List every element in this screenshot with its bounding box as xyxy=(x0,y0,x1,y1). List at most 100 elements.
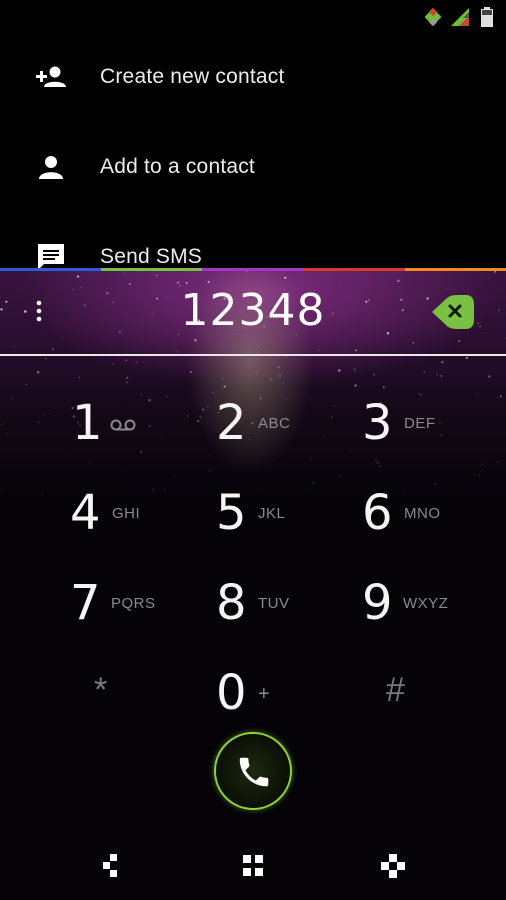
key-letters: JKL xyxy=(258,505,286,522)
dialpad: 12348 1 2 ABC 3 DEF 4 GHI 5 JKL 6 MNO 7 … xyxy=(0,271,506,900)
key-0[interactable]: 0 + xyxy=(216,655,346,735)
menu-item-create-contact[interactable]: Create new contact xyxy=(0,32,506,122)
star xyxy=(11,397,13,400)
key-letters: MNO xyxy=(404,505,441,522)
star xyxy=(212,391,214,394)
key-digit: 4 xyxy=(70,485,101,541)
status-bar xyxy=(0,0,506,34)
star xyxy=(143,362,145,363)
star xyxy=(488,375,491,378)
key-hash[interactable]: # xyxy=(386,655,506,735)
key-9[interactable]: 9 WXYZ xyxy=(362,565,492,645)
key-digit: 7 xyxy=(70,575,101,631)
key-letters: + xyxy=(258,683,271,705)
key-letters: TUV xyxy=(258,595,290,612)
star xyxy=(423,371,426,373)
key-digit: # xyxy=(386,671,405,709)
star xyxy=(44,357,47,360)
star xyxy=(269,378,273,381)
star xyxy=(37,421,40,424)
star xyxy=(0,424,3,426)
star xyxy=(338,369,341,372)
star xyxy=(208,469,211,472)
key-5[interactable]: 5 JKL xyxy=(216,475,346,555)
star xyxy=(278,374,282,378)
person-icon xyxy=(39,156,63,179)
person-add-icon xyxy=(36,66,66,87)
star xyxy=(0,488,2,491)
star xyxy=(373,374,375,376)
star xyxy=(255,372,257,374)
notification-diamond-icon xyxy=(424,7,442,27)
star xyxy=(190,371,192,373)
star xyxy=(42,413,45,416)
star xyxy=(497,460,500,463)
key-digit: 9 xyxy=(362,575,393,631)
star xyxy=(208,455,209,457)
star xyxy=(2,495,4,497)
menu-item-add-to-contact[interactable]: Add to a contact xyxy=(0,122,506,212)
star xyxy=(40,493,44,496)
menu-label: Send SMS xyxy=(100,245,202,268)
star xyxy=(207,405,209,408)
menu-label: Add to a contact xyxy=(100,155,255,178)
key-4[interactable]: 4 GHI xyxy=(70,475,200,555)
star xyxy=(222,378,224,380)
star xyxy=(497,495,499,497)
star xyxy=(499,395,502,398)
star xyxy=(277,372,279,374)
key-star[interactable]: * xyxy=(94,655,224,735)
key-digit: 1 xyxy=(72,395,103,451)
key-letters: DEF xyxy=(404,415,436,432)
star xyxy=(277,366,280,369)
key-8[interactable]: 8 TUV xyxy=(216,565,346,645)
star xyxy=(6,432,8,434)
key-digit: 6 xyxy=(362,485,393,541)
star xyxy=(112,363,114,365)
key-1[interactable]: 1 xyxy=(72,385,202,465)
key-letters: PQRS xyxy=(111,595,156,612)
call-button[interactable] xyxy=(214,732,292,810)
star xyxy=(465,356,468,359)
recents-icon[interactable] xyxy=(380,853,406,879)
key-6[interactable]: 6 MNO xyxy=(362,475,492,555)
star xyxy=(353,368,356,371)
star xyxy=(49,413,51,414)
digits-row: 12348 xyxy=(0,271,506,356)
star xyxy=(202,408,205,411)
key-letters: GHI xyxy=(112,505,141,522)
battery-icon xyxy=(481,7,493,27)
signal-icon xyxy=(451,8,469,26)
star xyxy=(441,361,444,364)
star xyxy=(78,376,81,379)
star xyxy=(126,376,129,379)
key-3[interactable]: 3 DEF xyxy=(362,385,492,465)
star xyxy=(125,359,127,361)
key-digit: * xyxy=(94,671,108,709)
star xyxy=(379,465,381,468)
key-2[interactable]: 2 ABC xyxy=(216,385,346,465)
menu-label: Create new contact xyxy=(100,65,285,88)
voicemail-icon xyxy=(110,419,136,431)
divider xyxy=(0,354,506,356)
star xyxy=(440,374,443,377)
back-icon[interactable] xyxy=(101,853,127,879)
key-digit: 3 xyxy=(362,395,393,451)
star xyxy=(126,381,128,384)
star xyxy=(350,449,352,451)
phone-icon xyxy=(239,757,269,787)
star xyxy=(3,421,5,422)
star xyxy=(68,452,70,454)
key-digit: 8 xyxy=(216,575,247,631)
key-digit: 5 xyxy=(216,485,247,541)
star xyxy=(209,380,211,382)
star xyxy=(25,383,27,386)
key-letters: ABC xyxy=(258,415,291,432)
star xyxy=(136,361,139,364)
home-icon[interactable] xyxy=(240,853,266,879)
key-letters: WXYZ xyxy=(403,595,449,612)
backspace-icon[interactable] xyxy=(430,293,476,331)
star xyxy=(36,371,40,374)
key-7[interactable]: 7 PQRS xyxy=(70,565,200,645)
key-digit: 0 xyxy=(216,665,247,721)
